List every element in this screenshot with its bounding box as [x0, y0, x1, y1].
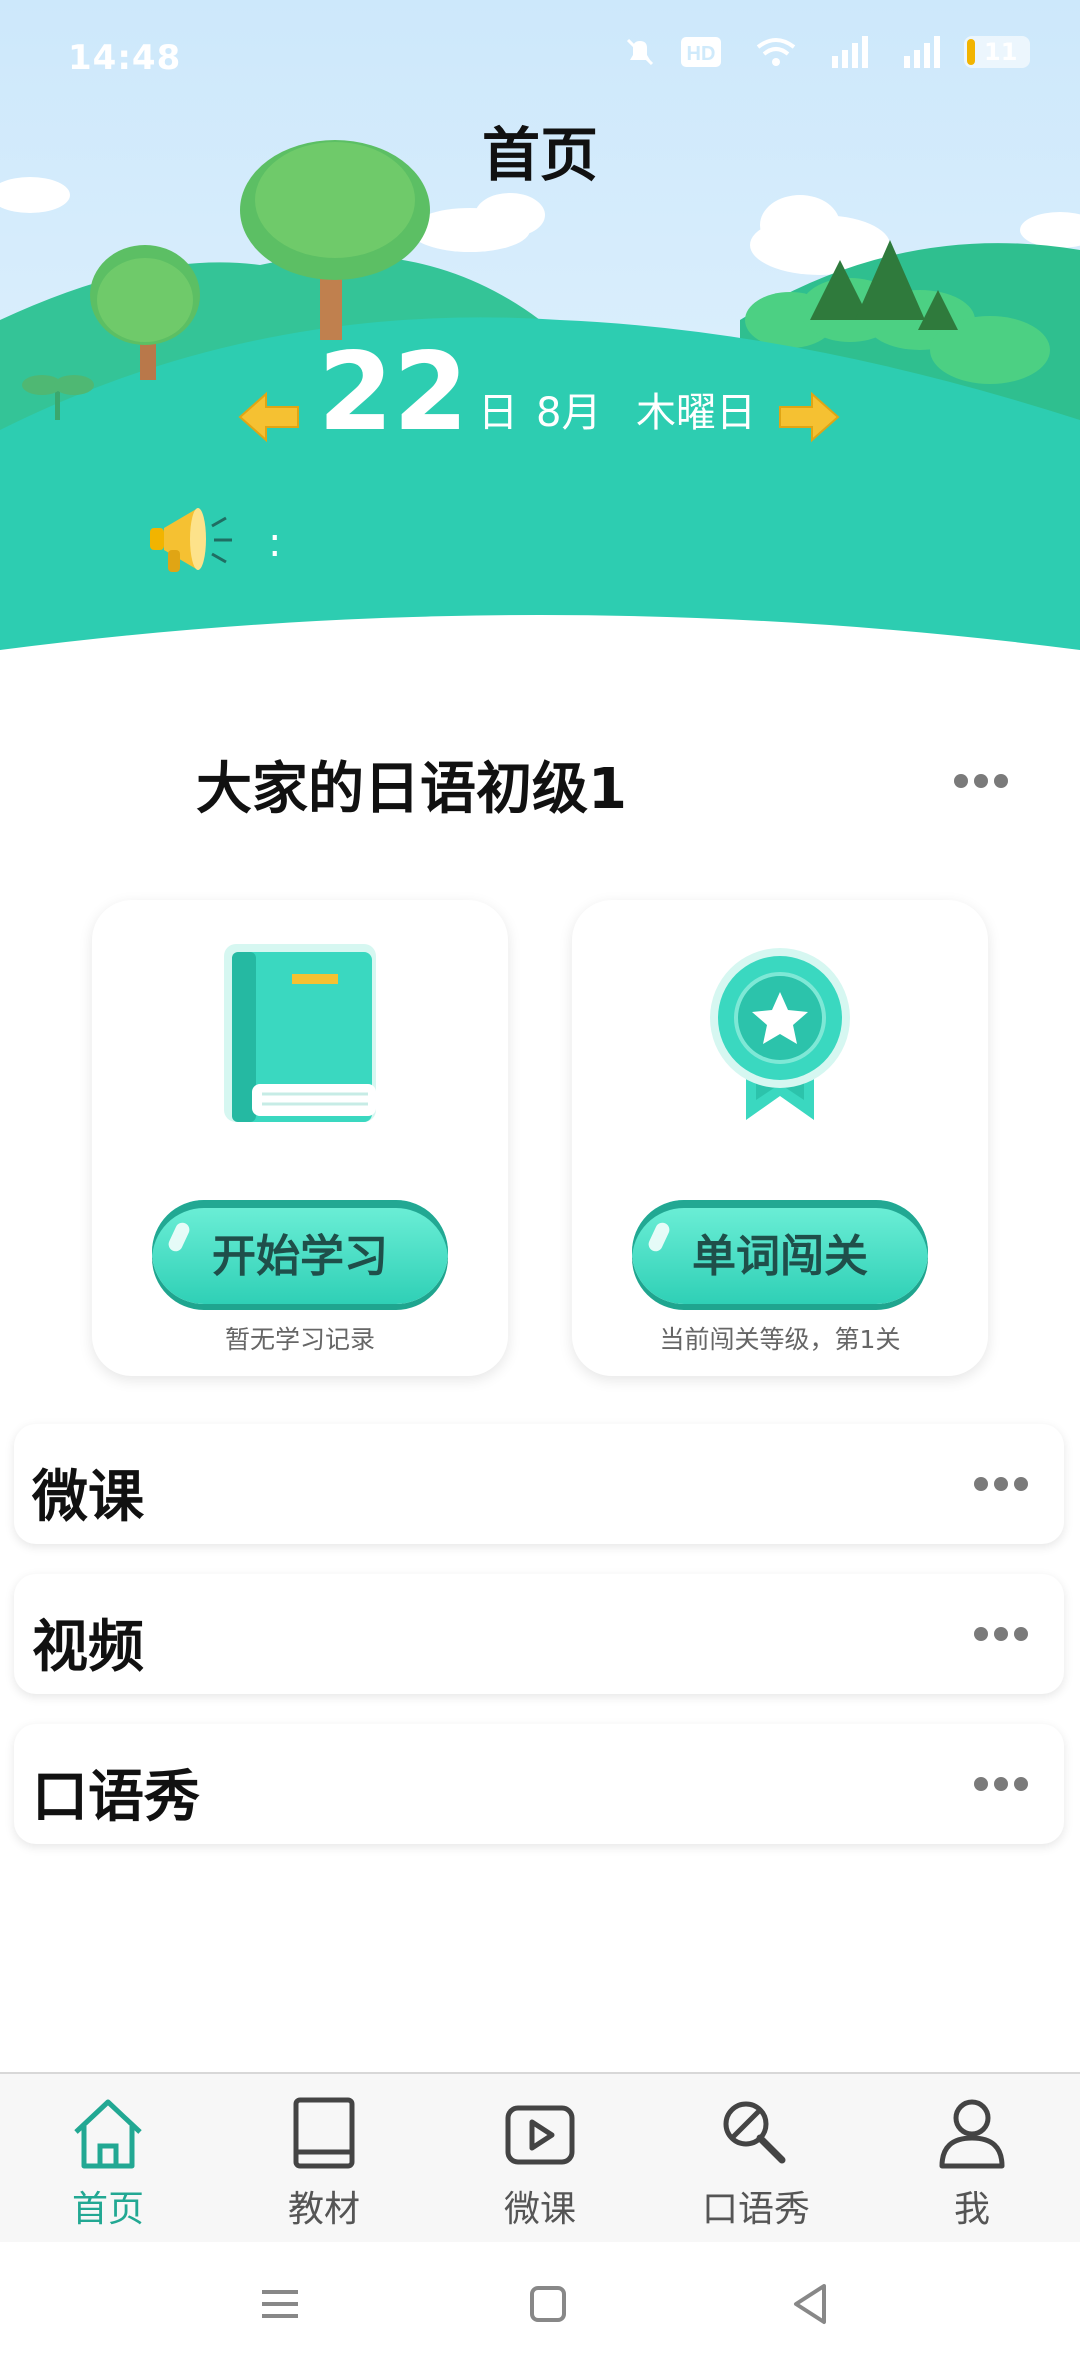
bottom-tab-bar: 首页 教材 微课 口语秀 我 [0, 2072, 1080, 2244]
home-square-icon[interactable] [526, 2282, 570, 2326]
course-title: 大家的日语初级1 [196, 757, 627, 822]
tab-textbook[interactable]: 教材 [216, 2074, 432, 2244]
more-icon[interactable] [974, 1777, 1028, 1791]
microphone-icon [723, 2101, 786, 2164]
bell-muted-icon [626, 38, 654, 66]
book-icon [293, 2097, 355, 2169]
landscape-illustration [0, 0, 1080, 700]
signal-5g-icon-2 [904, 36, 940, 68]
svg-text:HD: HD [687, 43, 716, 65]
system-navigation-bar [0, 2242, 1080, 2376]
menu-icon[interactable] [258, 2282, 302, 2326]
start-learning-label: 开始学习 [212, 1231, 388, 1282]
tab-speaking-show[interactable]: 口语秀 [648, 2074, 864, 2244]
tab-label: 我 [953, 2189, 990, 2230]
hd-icon: HD [681, 37, 721, 67]
date-day: 22 [318, 330, 469, 455]
book-icon [224, 944, 376, 1122]
signal-5g-icon [832, 36, 868, 68]
start-learning-button[interactable]: 开始学习 [152, 1200, 448, 1304]
more-icon[interactable] [974, 1627, 1028, 1641]
tab-micro-lessons[interactable]: 微课 [432, 2074, 648, 2244]
badge-icon [710, 948, 850, 1120]
section-label: 口语秀 [32, 1765, 200, 1830]
date-month: 8月 [536, 390, 602, 436]
page-title: 首页 [481, 121, 598, 189]
tab-label: 口语秀 [701, 2189, 810, 2230]
date-day-unit: 日 [478, 390, 518, 436]
section-micro-lessons[interactable]: 微课 [14, 1424, 1064, 1544]
section-label: 视频 [32, 1615, 144, 1680]
back-icon[interactable] [788, 2282, 832, 2326]
word-challenge-button[interactable]: 单词闯关 [632, 1200, 928, 1304]
study-record-text: 暂无学习记录 [224, 1325, 375, 1354]
study-card: 开始学习 暂无学习记录 [92, 900, 508, 1376]
tab-label: 教材 [287, 2189, 360, 2230]
wifi-icon [756, 38, 796, 66]
section-label: 微课 [32, 1465, 144, 1530]
tab-label: 首页 [71, 2189, 144, 2230]
previous-day-arrow-icon[interactable] [236, 390, 302, 444]
home-icon [74, 2099, 142, 2169]
notice-text: : [268, 520, 282, 566]
section-speaking-show[interactable]: 口语秀 [14, 1724, 1064, 1844]
next-day-arrow-icon[interactable] [776, 390, 842, 444]
megaphone-icon [150, 508, 232, 572]
course-more-icon[interactable] [954, 774, 1008, 788]
more-icon[interactable] [974, 1477, 1028, 1491]
battery-level: 11 [984, 38, 1018, 66]
challenge-level-text: 当前闯关等级，第1关 [659, 1325, 901, 1354]
word-challenge-card: 单词闯关 当前闯关等级，第1关 [572, 900, 988, 1376]
tab-label: 微课 [503, 2189, 576, 2230]
person-icon [939, 2099, 1005, 2169]
tab-me[interactable]: 我 [864, 2074, 1080, 2244]
section-videos[interactable]: 视频 [14, 1574, 1064, 1694]
status-icons: HD 11 [622, 34, 1030, 70]
word-challenge-label: 单词闯关 [692, 1231, 868, 1282]
header-banner [0, 0, 1080, 700]
status-time: 14:48 [68, 38, 182, 78]
tab-home[interactable]: 首页 [0, 2074, 216, 2244]
date-weekday: 木曜日 [636, 390, 756, 436]
battery-icon: 11 [964, 36, 1030, 68]
play-icon [505, 2105, 575, 2165]
